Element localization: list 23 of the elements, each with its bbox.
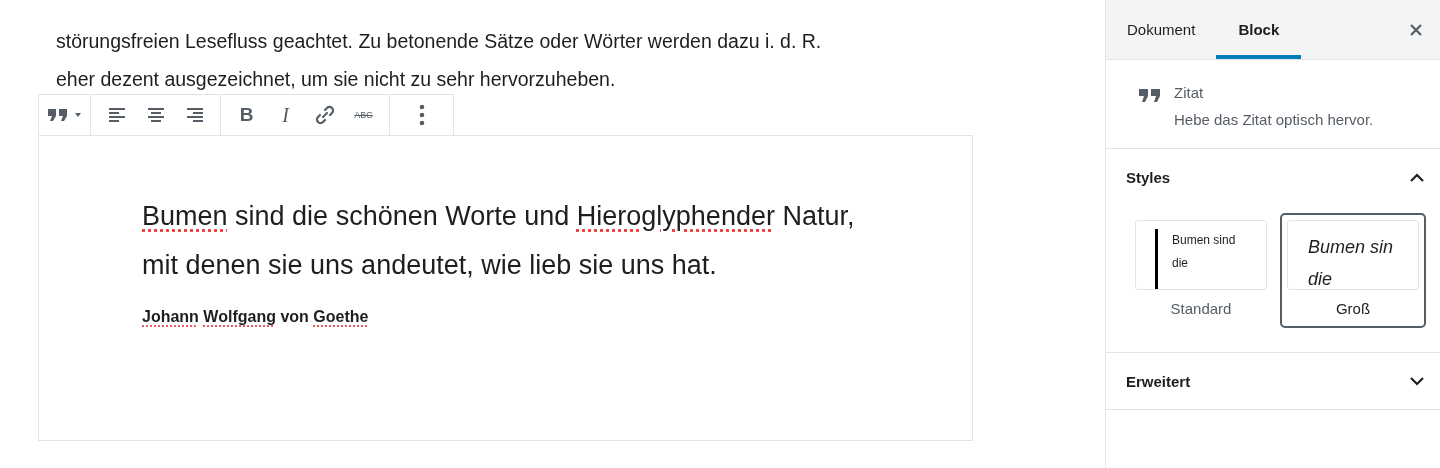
style-preview-text: Bumen sin die bbox=[1307, 236, 1394, 289]
quote-icon bbox=[46, 107, 83, 123]
italic-button[interactable]: I bbox=[266, 97, 305, 133]
style-option[interactable]: Bumen sin die Groß bbox=[1280, 213, 1426, 328]
sidebar-tab[interactable]: Block bbox=[1216, 0, 1302, 59]
panel-header[interactable]: Erweitert bbox=[1106, 353, 1440, 409]
bold-button[interactable]: B bbox=[227, 97, 266, 133]
quote-icon bbox=[1138, 88, 1162, 104]
quote-text: Bumen sind die schönen Worte und Hieroglyphender Natur, mit denen sie uns andeutet, wie lieb sie uns hat. bbox=[142, 200, 856, 282]
more-icon bbox=[418, 104, 425, 126]
align-left-icon bbox=[107, 107, 126, 123]
paragraph-text: störungsfreien Lesefluss geachtet. Zu betonende Sätze oder Wörter werden dazu i. d. R. eher dezent ausgezeichnet, um sie nicht zu sehr hervorzuheben. bbox=[56, 29, 823, 92]
style-preview-text: Bumen sind die bbox=[1172, 232, 1236, 272]
block-title: Zitat bbox=[1174, 84, 1205, 101]
link-icon bbox=[313, 104, 336, 126]
panel-header[interactable]: Styles bbox=[1106, 149, 1440, 205]
sidebar-tab[interactable]: Dokument bbox=[1116, 0, 1207, 59]
close-icon[interactable] bbox=[1410, 23, 1422, 36]
align-center-icon bbox=[146, 107, 165, 123]
strike-button[interactable]: ABC bbox=[344, 97, 383, 133]
citation-text: Johann Wolfgang von Goethe bbox=[142, 308, 370, 326]
block-description: Hebe das Zitat optisch hervor. bbox=[1174, 111, 1374, 128]
align-right-icon bbox=[185, 107, 204, 123]
